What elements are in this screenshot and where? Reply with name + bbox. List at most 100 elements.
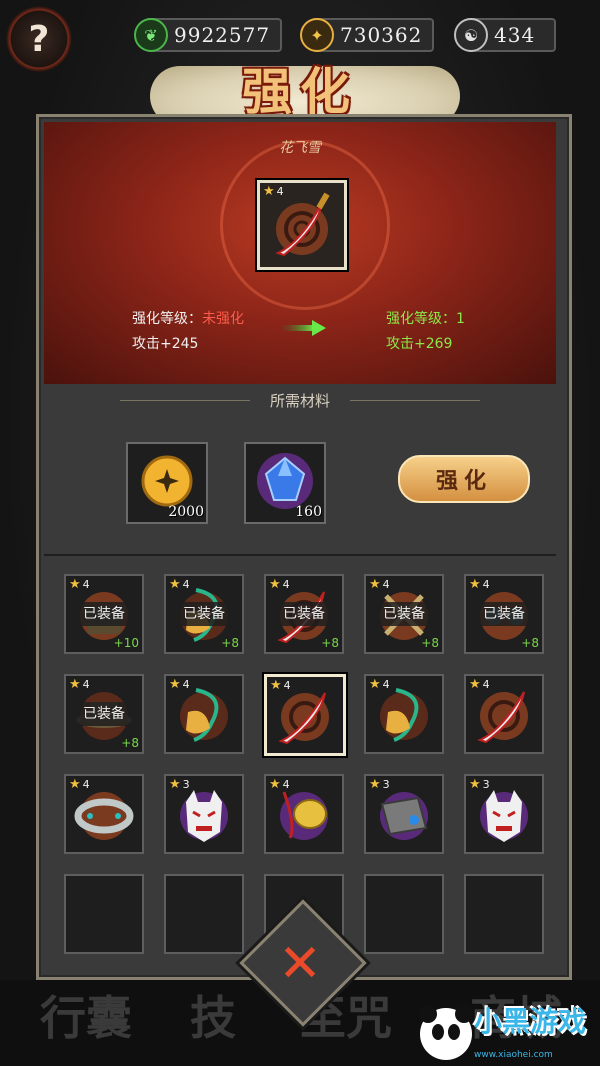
star-rating: ★ 4 <box>469 678 490 691</box>
enhance-level-label: +10 <box>113 636 139 650</box>
star-count: 3 <box>482 778 490 791</box>
star-icon: ★ <box>369 777 381 792</box>
inventory-slot[interactable]: ★ 4 已装备 +10 <box>64 574 144 654</box>
star-count: 4 <box>482 678 490 691</box>
star-rating: ★ 4 <box>269 778 290 791</box>
inventory-slot[interactable]: ★ 4 <box>164 674 244 754</box>
help-button[interactable]: ? <box>6 6 72 72</box>
star-rating: ★ 4 <box>169 678 190 691</box>
section-divider <box>44 554 556 556</box>
star-icon: ★ <box>270 678 282 693</box>
equipped-badge: 已装备 <box>72 702 136 726</box>
current-level: 强化等级：未强化 <box>132 311 244 327</box>
next-attack: 攻击+269 <box>386 336 453 352</box>
enhance-level-label: +8 <box>121 736 139 750</box>
equipped-badge: 已装备 <box>172 602 236 626</box>
star-rating: ★ 4 <box>69 578 90 591</box>
star-count: 4 <box>282 778 290 791</box>
enhance-level-label: +8 <box>321 636 339 650</box>
star-icon: ★ <box>169 677 181 692</box>
star-icon: ★ <box>69 777 81 792</box>
current-attack: 攻击+245 <box>132 336 199 352</box>
star-rating: ★ 3 <box>369 778 390 791</box>
star-count: 4 <box>82 678 90 691</box>
star-count: 4 <box>82 578 90 591</box>
inventory-slot[interactable]: ★ 4 <box>264 674 346 756</box>
equipped-badge: 已装备 <box>372 602 436 626</box>
enhance-button[interactable]: 强化 <box>398 455 530 503</box>
star-rating: ★ 4 <box>69 678 90 691</box>
inventory-slot[interactable]: ★ 4 已装备 +8 <box>264 574 344 654</box>
star-count: 4 <box>382 678 390 691</box>
watermark-url: www.xiaohei.com <box>474 1050 553 1060</box>
inventory-slot-empty[interactable] <box>464 874 544 954</box>
star-icon: ★ <box>69 677 81 692</box>
enhance-level-label: +8 <box>221 636 239 650</box>
next-level: 强化等级：1 <box>386 311 465 327</box>
equipped-badge: 已装备 <box>72 602 136 626</box>
star-icon: ★ <box>369 577 381 592</box>
inventory-slot-empty[interactable] <box>164 874 244 954</box>
star-icon: ★ <box>469 677 481 692</box>
star-count: 4 <box>182 678 190 691</box>
star-icon: ★ <box>369 677 381 692</box>
star-icon: ★ <box>269 777 281 792</box>
star-rating: ★ 4 <box>169 578 190 591</box>
bg-tab-bag: 行囊 <box>40 991 132 1045</box>
star-rating: ★ 4 <box>369 678 390 691</box>
inventory-slot-empty[interactable] <box>64 874 144 954</box>
divider-line <box>350 400 480 401</box>
star-rating: ★ 4 <box>270 679 291 692</box>
inventory-slot[interactable]: ★ 3 <box>464 774 544 854</box>
inventory-slot[interactable]: ★ 4 <box>464 674 544 754</box>
star-rating: ★ 3 <box>469 778 490 791</box>
inventory-slot[interactable]: ★ 4 <box>264 774 344 854</box>
star-icon: ★ <box>69 577 81 592</box>
star-count: 3 <box>182 778 190 791</box>
star-rating: ★ 4 <box>469 578 490 591</box>
star-count: 4 <box>282 578 290 591</box>
inventory-slot[interactable]: ★ 4 已装备 +8 <box>464 574 544 654</box>
item-name: 花飞雪 <box>279 140 321 156</box>
star-rating: ★ 4 <box>369 578 390 591</box>
inventory-slot-empty[interactable] <box>364 874 444 954</box>
selected-item-slot: ★ 4 <box>257 180 347 270</box>
star-rating: ★ 3 <box>169 778 190 791</box>
star-rating: ★ 4 <box>269 578 290 591</box>
close-button[interactable]: ✕ <box>270 934 330 994</box>
star-icon: ★ <box>469 777 481 792</box>
material-slot-gold[interactable]: 2000 <box>126 442 208 524</box>
enhance-level-label: +8 <box>421 636 439 650</box>
resource-spirit: ☯ 434 <box>454 18 556 52</box>
jade-icon: ❦ <box>134 18 168 52</box>
spirit-orb-icon: ☯ <box>454 18 488 52</box>
inventory-slot[interactable]: ★ 3 <box>164 774 244 854</box>
inventory-slot[interactable]: ★ 4 已装备 +8 <box>364 574 444 654</box>
watermark-text: 小黑游戏 <box>474 1005 587 1038</box>
help-icon: ? <box>28 18 50 60</box>
resource-jade: ❦ 9922577 <box>134 18 282 52</box>
inventory-slot[interactable]: ★ 4 <box>364 674 444 754</box>
inventory-slot[interactable]: ★ 4 已装备 +8 <box>164 574 244 654</box>
star-count: 4 <box>382 578 390 591</box>
inventory-slot[interactable]: ★ 4 已装备 +8 <box>64 674 144 754</box>
gold-coin-icon: ✦ <box>300 18 334 52</box>
enhance-level-label: +8 <box>521 636 539 650</box>
inventory-slot[interactable]: ★ 4 <box>64 774 144 854</box>
resource-gold: ✦ 730362 <box>300 18 434 52</box>
star-count: 4 <box>283 679 291 692</box>
star-count: 3 <box>382 778 390 791</box>
star-count: 4 <box>482 578 490 591</box>
star-rating: ★ 4 <box>69 778 90 791</box>
equipped-badge: 已装备 <box>272 602 336 626</box>
star-icon: ★ <box>469 577 481 592</box>
arrow-right-icon <box>280 320 326 336</box>
star-icon: ★ <box>169 577 181 592</box>
inventory-slot[interactable]: ★ 3 <box>364 774 444 854</box>
star-icon: ★ <box>269 577 281 592</box>
materials-header: 所需材料 <box>269 392 330 410</box>
star-icon: ★ <box>263 184 275 199</box>
star-count: 4 <box>82 778 90 791</box>
material-slot-crystal[interactable]: 160 <box>244 442 326 524</box>
star-icon: ★ <box>169 777 181 792</box>
